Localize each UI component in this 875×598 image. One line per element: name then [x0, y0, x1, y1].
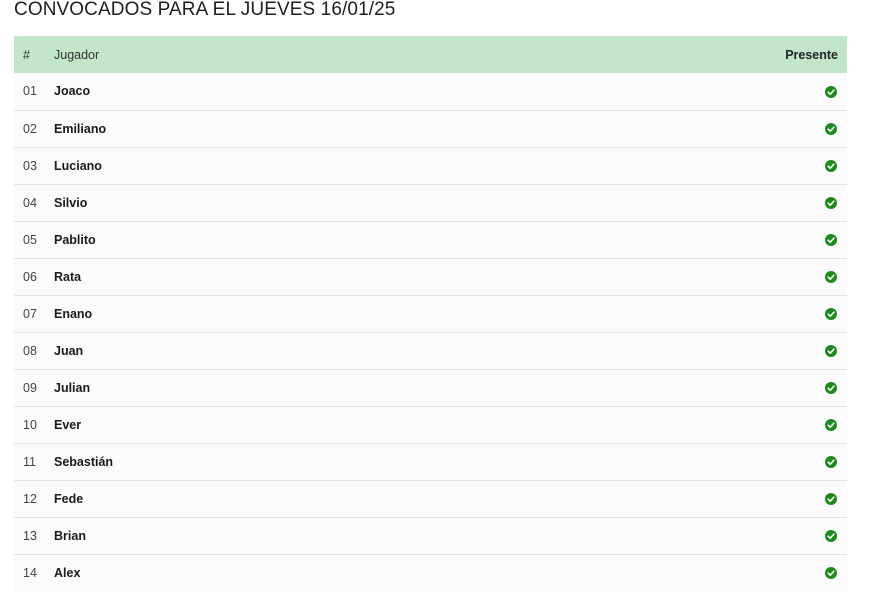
roster-body: 01 Joaco 02 Emiliano 03 Luciano 04 Silvi… [14, 73, 847, 591]
header-present: Presente [785, 47, 838, 62]
header-player: Jugador [54, 47, 100, 62]
table-row: 13 Brian [14, 517, 847, 554]
table-row: 04 Silvio [14, 184, 847, 221]
check-circle-icon [825, 456, 837, 469]
player-name: Silvio [54, 195, 88, 210]
row-number: 05 [23, 232, 37, 247]
player-name: Rata [54, 269, 82, 284]
roster-table: # Jugador Presente 01 Joaco 02 Emiliano [14, 36, 847, 591]
player-name: Sebastián [54, 454, 114, 469]
table-row: 09 Julian [14, 369, 847, 406]
present-cell [727, 184, 847, 221]
row-number: 10 [23, 417, 37, 432]
check-circle-icon [825, 123, 837, 136]
table-row: 08 Juan [14, 332, 847, 369]
present-cell [727, 73, 847, 110]
check-circle-icon [825, 160, 837, 173]
present-cell [727, 258, 847, 295]
player-name: Brian [54, 528, 86, 543]
present-cell [727, 554, 847, 591]
row-number: 09 [23, 380, 37, 395]
header-number: # [23, 47, 30, 62]
present-cell [727, 332, 847, 369]
row-number: 03 [23, 158, 37, 173]
check-circle-icon [825, 567, 837, 580]
check-circle-icon [825, 234, 837, 247]
row-number: 08 [23, 343, 37, 358]
table-row: 07 Enano [14, 295, 847, 332]
check-circle-icon [825, 345, 837, 358]
table-row: 12 Fede [14, 480, 847, 517]
table-row: 10 Ever [14, 406, 847, 443]
row-number: 01 [23, 84, 37, 99]
row-number: 14 [23, 565, 37, 580]
row-number: 13 [23, 528, 37, 543]
check-circle-icon [825, 308, 837, 321]
present-cell [727, 369, 847, 406]
player-name: Alex [54, 565, 81, 580]
table-row: 11 Sebastián [14, 443, 847, 480]
row-number: 04 [23, 195, 37, 210]
row-number: 12 [23, 491, 37, 506]
present-cell [727, 295, 847, 332]
table-row: 01 Joaco [14, 73, 847, 110]
table-row: 14 Alex [14, 554, 847, 591]
player-name: Pablito [54, 232, 96, 247]
player-name: Julian [54, 380, 91, 395]
row-number: 11 [23, 454, 36, 469]
check-circle-icon [825, 530, 837, 543]
present-cell [727, 147, 847, 184]
check-circle-icon [825, 493, 837, 506]
row-number: 07 [23, 306, 37, 321]
check-circle-icon [825, 382, 837, 395]
player-name: Emiliano [54, 121, 107, 136]
page-title: CONVOCADOS PARA EL JUEVES 16/01/25 [14, 0, 396, 20]
check-circle-icon [825, 85, 837, 98]
player-name: Enano [54, 306, 93, 321]
present-cell [727, 517, 847, 554]
player-name: Ever [54, 417, 82, 432]
table-row: 06 Rata [14, 258, 847, 295]
player-name: Joaco [54, 84, 91, 99]
present-cell [727, 406, 847, 443]
table-row: 02 Emiliano [14, 110, 847, 147]
present-cell [727, 480, 847, 517]
row-number: 02 [23, 121, 37, 136]
table-row: 05 Pablito [14, 221, 847, 258]
present-cell [727, 110, 847, 147]
check-circle-icon [825, 271, 837, 284]
row-number: 06 [23, 269, 37, 284]
player-name: Fede [54, 491, 84, 506]
player-name: Juan [54, 343, 84, 358]
table-row: 03 Luciano [14, 147, 847, 184]
check-circle-icon [825, 419, 837, 432]
present-cell [727, 443, 847, 480]
player-name: Luciano [54, 158, 102, 173]
table-header-row: # Jugador Presente [14, 36, 847, 73]
check-circle-icon [825, 197, 837, 210]
present-cell [727, 221, 847, 258]
